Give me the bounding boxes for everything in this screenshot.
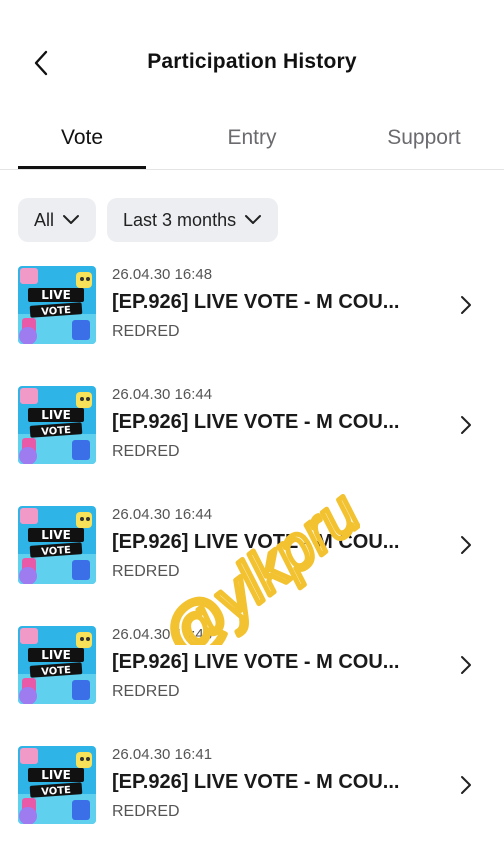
filter-bar: All Last 3 months <box>18 198 279 242</box>
list-item[interactable]: LIVE VOTE 26.04.30 16:44 [EP.926] LIVE VO… <box>0 378 504 474</box>
page-title: Participation History <box>147 50 357 73</box>
item-subtitle: REDRED <box>112 323 180 340</box>
item-subtitle: REDRED <box>112 803 180 820</box>
item-title: [EP.926] LIVE VOTE - M COU... <box>112 531 400 553</box>
list-item[interactable]: LIVE VOTE 26.04.30 16:44 [EP.926] LIVE VO… <box>0 498 504 594</box>
chevron-right-icon <box>461 656 471 674</box>
item-subtitle: REDRED <box>112 563 180 580</box>
filter-type-dropdown[interactable]: All <box>18 198 97 242</box>
svg-text:LIVE: LIVE <box>41 648 71 662</box>
live-vote-thumbnail: LIVE VOTE <box>18 626 96 704</box>
chevron-right-icon <box>461 296 471 314</box>
item-timestamp: 26.04.30 16:43 <box>112 626 213 643</box>
active-tab-indicator <box>18 166 146 169</box>
list-item[interactable]: LIVE VOTE 26.04.30 16:41 [EP.926] LIVE VO… <box>0 738 504 834</box>
item-title: [EP.926] LIVE VOTE - M COU... <box>112 291 400 313</box>
svg-text:LIVE: LIVE <box>41 528 71 542</box>
item-subtitle: REDRED <box>112 683 180 700</box>
item-timestamp: 26.04.30 16:44 <box>112 506 213 523</box>
live-vote-thumbnail: LIVE VOTE <box>18 506 96 584</box>
filter-period-dropdown[interactable]: Last 3 months <box>107 198 279 242</box>
svg-text:LIVE: LIVE <box>41 768 71 782</box>
chevron-down-icon <box>63 215 80 224</box>
filter-period-label: Last 3 months <box>123 209 237 230</box>
item-title: [EP.926] LIVE VOTE - M COU... <box>112 771 400 793</box>
svg-text:LIVE: LIVE <box>41 288 71 302</box>
item-subtitle: REDRED <box>112 443 180 460</box>
tab-bar: Vote Entry Support <box>0 108 504 170</box>
filter-type-label: All <box>34 209 55 230</box>
header: Participation History <box>0 0 504 120</box>
tab-entry[interactable]: Entry <box>188 108 316 168</box>
item-timestamp: 26.04.30 16:48 <box>112 266 213 283</box>
tab-support[interactable]: Support <box>360 108 488 168</box>
item-timestamp: 26.04.30 16:44 <box>112 386 213 403</box>
svg-text:VOTE: VOTE <box>41 425 72 438</box>
list-item[interactable]: LIVE VOTE 26.04.30 16:48 [EP.926] LIVE VO… <box>0 258 504 354</box>
live-vote-thumbnail: LIVE VOTE <box>18 266 96 344</box>
svg-text:LIVE: LIVE <box>41 408 71 422</box>
chevron-right-icon <box>461 416 471 434</box>
chevron-right-icon <box>461 536 471 554</box>
chevron-right-icon <box>461 776 471 794</box>
live-vote-thumbnail: LIVE VOTE <box>18 386 96 464</box>
item-title: [EP.926] LIVE VOTE - M COU... <box>112 651 400 673</box>
svg-text:VOTE: VOTE <box>41 305 72 318</box>
list-item[interactable]: LIVE VOTE 26.04.30 16:43 [EP.926] LIVE VO… <box>0 618 504 714</box>
live-vote-thumbnail: LIVE VOTE <box>18 746 96 824</box>
svg-text:VOTE: VOTE <box>41 785 72 798</box>
item-timestamp: 26.04.30 16:41 <box>112 746 213 763</box>
item-title: [EP.926] LIVE VOTE - M COU... <box>112 411 400 433</box>
svg-text:VOTE: VOTE <box>41 665 72 678</box>
chevron-down-icon <box>245 215 262 224</box>
svg-text:VOTE: VOTE <box>41 545 72 558</box>
tab-vote[interactable]: Vote <box>18 108 146 168</box>
